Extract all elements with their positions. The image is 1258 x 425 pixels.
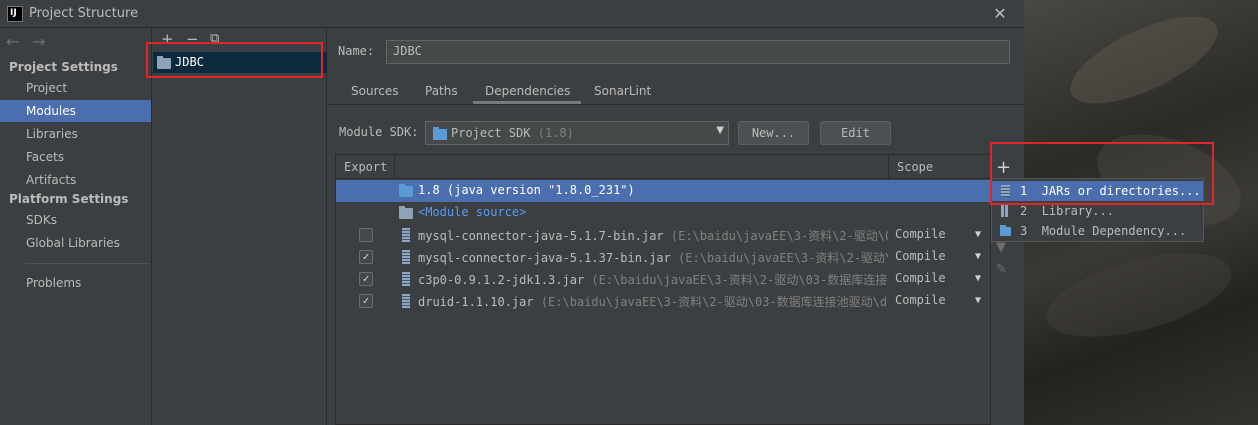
popup-item-number: 3: [1020, 224, 1028, 238]
chevron-down-icon[interactable]: ▼: [975, 229, 981, 240]
dependency-path: (E:\baidu\javaEE\3-资料\2-驱动\03-数据库连接池驱动: [591, 273, 888, 287]
nav-item-problems[interactable]: Problems: [0, 272, 151, 294]
module-sdk-label: Module SDK:: [339, 125, 419, 139]
dependency-name: c3p0-0.9.1.2-jdk1.3.jar: [418, 273, 585, 287]
export-checkbox[interactable]: ✓: [359, 272, 373, 286]
close-icon[interactable]: ✕: [990, 4, 1010, 24]
settings-nav: ← → Project Settings Project Modules Lib…: [0, 28, 152, 425]
export-checkbox[interactable]: ✓: [359, 294, 373, 308]
scope-value[interactable]: Compile: [895, 227, 946, 241]
jar-icon: [402, 294, 410, 308]
table-row[interactable]: ✓ mysql-connector-java-5.1.37-bin.jar (E…: [336, 246, 990, 268]
tab-sonarlint[interactable]: SonarLint: [594, 84, 651, 98]
dependency-path: (E:\baidu\javaEE\3-资料\2-驱动\03-数据库连接池驱动\d…: [540, 295, 888, 309]
back-arrow-icon[interactable]: ←: [6, 32, 19, 51]
popup-item-label: Module Dependency...: [1041, 224, 1187, 238]
active-tab-indicator: [473, 101, 581, 104]
new-sdk-button[interactable]: New...: [738, 121, 809, 145]
module-list-pane: + − ⧉ JDBC: [153, 28, 327, 425]
nav-item-modules[interactable]: Modules: [0, 100, 151, 122]
move-down-icon[interactable]: ▼: [996, 240, 1006, 255]
module-tabs: Sources Paths Dependencies SonarLint: [328, 80, 1024, 105]
dependency-name: 1.8 (java version "1.8.0_231"): [418, 183, 635, 197]
table-row[interactable]: <Module source>: [336, 202, 990, 224]
table-row[interactable]: ✓ c3p0-0.9.1.2-jdk1.3.jar (E:\baidu\java…: [336, 268, 990, 290]
export-checkbox[interactable]: [359, 228, 373, 242]
export-checkbox[interactable]: ✓: [359, 250, 373, 264]
jar-icon: [402, 272, 410, 286]
edit-icon[interactable]: ✎: [996, 262, 1007, 277]
edit-sdk-button[interactable]: Edit: [820, 121, 891, 145]
nav-item-global-libraries[interactable]: Global Libraries: [0, 232, 151, 254]
tab-paths[interactable]: Paths: [425, 84, 458, 98]
nav-item-artifacts[interactable]: Artifacts: [0, 169, 151, 191]
dependency-name: mysql-connector-java-5.1.37-bin.jar: [418, 251, 671, 265]
popup-item-module-dependency[interactable]: 3 Module Dependency...: [992, 221, 1203, 241]
project-settings-header: Project Settings: [9, 60, 118, 74]
sdk-folder-icon: [399, 184, 413, 197]
nav-divider: [25, 263, 149, 264]
nav-item-libraries[interactable]: Libraries: [0, 123, 151, 145]
dependency-path: (E:\baidu\javaEE\3-资料\2-驱动\01-M: [670, 229, 888, 243]
dependency-name: mysql-connector-java-5.1.7-bin.jar: [418, 229, 664, 243]
highlight-box-popup: [990, 142, 1214, 205]
nav-item-sdks[interactable]: SDKs: [0, 209, 151, 231]
scope-value[interactable]: Compile: [895, 293, 946, 307]
library-icon: [1001, 205, 1010, 217]
scope-value[interactable]: Compile: [895, 249, 946, 263]
module-name-field[interactable]: JDBC: [386, 40, 1010, 64]
tab-dependencies[interactable]: Dependencies: [485, 84, 570, 98]
nav-item-project[interactable]: Project: [0, 77, 151, 99]
source-folder-icon: [399, 206, 413, 219]
jar-icon: [402, 250, 410, 264]
chevron-down-icon: ▼: [716, 125, 724, 136]
chevron-down-icon[interactable]: ▼: [975, 295, 981, 306]
jar-icon: [402, 228, 410, 242]
dependency-path: (E:\baidu\javaEE\3-资料\2-驱动\01: [678, 251, 888, 265]
popup-item-number: 2: [1020, 204, 1028, 218]
title-bar: IJ Project Structure ✕: [0, 0, 1024, 28]
chevron-down-icon[interactable]: ▼: [975, 251, 981, 262]
column-separator: [394, 155, 395, 179]
dependency-name: <Module source>: [418, 205, 527, 219]
highlight-box-module: [146, 42, 323, 78]
intellij-icon: IJ: [7, 6, 23, 22]
module-details: Name: JDBC Sources Paths Dependencies So…: [328, 28, 1024, 425]
window-title: Project Structure: [29, 6, 139, 21]
table-row[interactable]: ✓ druid-1.1.10.jar (E:\baidu\javaEE\3-资料…: [336, 290, 990, 312]
module-sdk-dropdown[interactable]: Project SDK (1.8) ▼: [425, 121, 729, 145]
module-folder-icon: [1000, 225, 1011, 236]
scope-value[interactable]: Compile: [895, 271, 946, 285]
forward-arrow-icon[interactable]: →: [32, 32, 45, 51]
table-row[interactable]: mysql-connector-java-5.1.7-bin.jar (E:\b…: [336, 224, 990, 246]
table-row[interactable]: 1.8 (java version "1.8.0_231"): [336, 180, 990, 202]
tab-sources[interactable]: Sources: [351, 84, 398, 98]
chevron-down-icon[interactable]: ▼: [975, 273, 981, 284]
name-label: Name:: [338, 44, 375, 58]
nav-item-facets[interactable]: Facets: [0, 146, 151, 168]
platform-settings-header: Platform Settings: [9, 192, 129, 206]
sdk-value: Project SDK: [451, 126, 531, 140]
popup-item-label: Library...: [1041, 204, 1114, 218]
scope-column-header[interactable]: Scope: [897, 160, 933, 174]
dependencies-table: Export Scope 1.8 (java version "1.8.0_23…: [335, 154, 991, 425]
export-column-header[interactable]: Export: [344, 160, 387, 174]
sdk-version: (1.8): [537, 126, 574, 140]
column-separator: [888, 155, 889, 179]
sdk-folder-icon: [433, 127, 447, 140]
dependency-name: druid-1.1.10.jar: [418, 295, 534, 309]
table-header: Export Scope: [336, 155, 990, 179]
